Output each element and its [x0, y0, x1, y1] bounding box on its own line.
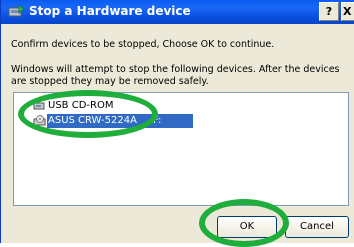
- device-list[interactable]: USB CD-ROM ASUS CRW-5224A F:: [13, 92, 349, 206]
- description-text: Windows will attempt to stop the followi…: [11, 64, 340, 87]
- window-title: Stop a Hardware device: [29, 4, 191, 18]
- cancel-button[interactable]: Cancel: [285, 216, 349, 238]
- device-label: USB CD-ROM: [48, 100, 114, 111]
- list-item-selected[interactable]: ASUS CRW-5224A F:: [33, 114, 193, 128]
- cd-drive-icon: [33, 115, 46, 126]
- list-item[interactable]: USB CD-ROM: [33, 99, 153, 113]
- help-button[interactable]: ?: [319, 2, 339, 21]
- title-bar[interactable]: Stop a Hardware device ? X: [1, 0, 354, 24]
- ok-button[interactable]: OK: [217, 216, 277, 238]
- usb-device-icon: [33, 102, 45, 110]
- device-label: ASUS CRW-5224A: [47, 114, 193, 128]
- hardware-remove-icon: [8, 4, 25, 17]
- device-drive-letter: F:: [153, 115, 162, 126]
- close-button[interactable]: X: [341, 2, 354, 21]
- instruction-text: Confirm devices to be stopped, Choose OK…: [11, 39, 275, 50]
- stop-hardware-dialog: Stop a Hardware device ? X Confirm devic…: [0, 0, 354, 247]
